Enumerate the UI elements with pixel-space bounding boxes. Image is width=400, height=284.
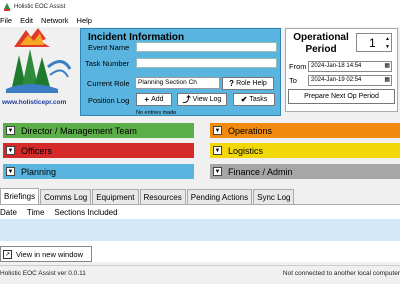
op-period-title: Operational Period — [293, 32, 349, 55]
help-icon: ? — [229, 79, 235, 88]
chevron-down-icon[interactable]: ▼ — [213, 167, 222, 176]
position-log-label: Position Log — [88, 96, 130, 105]
section-label: Director / Management Team — [21, 125, 137, 136]
section-label: Operations — [228, 125, 273, 136]
column-header[interactable]: Date — [0, 208, 17, 217]
external-window-icon: ↗ — [3, 249, 12, 259]
add-log-button[interactable]: + Add — [136, 93, 172, 106]
section-officers[interactable]: ▼ Officers — [3, 143, 194, 158]
link-icon: ⤴ — [182, 95, 191, 104]
logo: www.holisticepr.com — [0, 27, 76, 113]
section-planning[interactable]: ▼ Planning — [3, 164, 194, 179]
section-label: Planning — [21, 166, 57, 177]
title-bar: Holistic EOC Assist — [0, 0, 400, 14]
menu-edit[interactable]: Edit — [16, 16, 37, 25]
briefings-list[interactable] — [0, 219, 400, 241]
prepare-next-period-button[interactable]: Prepare Next Op Period — [288, 89, 395, 104]
connection-status: Not connected to another local computer — [282, 270, 400, 277]
menu-network[interactable]: Network — [37, 16, 73, 25]
view-log-button[interactable]: ⤴ View Log — [177, 93, 227, 106]
section-finance[interactable]: ▼ Finance / Admin — [210, 164, 400, 179]
chevron-down-icon[interactable]: ▼ — [213, 146, 222, 155]
briefings-table-header: Date Time Sections Included — [0, 208, 128, 217]
app-icon — [3, 3, 11, 11]
chevron-down-icon[interactable]: ▼ — [6, 167, 15, 176]
tasks-button[interactable]: ✔ Tasks — [233, 93, 275, 106]
menu-file[interactable]: File — [0, 16, 16, 25]
calendar-icon[interactable]: ▦ — [384, 76, 390, 85]
from-label: From — [289, 62, 307, 71]
to-datetime-value: 2024-Jan-19 02:54 — [311, 77, 362, 83]
op-period-number: 1 — [369, 35, 376, 50]
check-icon: ✔ — [240, 95, 248, 104]
event-name-input[interactable] — [136, 42, 277, 52]
view-new-window-label: View in new window — [16, 249, 83, 259]
current-role-label: Current Role — [87, 79, 130, 88]
event-name-label: Event Name — [88, 43, 130, 52]
current-role-value: Planning Section Ch — [138, 79, 197, 86]
section-operations[interactable]: ▼ Operations — [210, 123, 400, 138]
tab-comms-log[interactable]: Comms Log — [40, 189, 92, 204]
role-help-label: Role Help — [236, 80, 267, 87]
tab-briefings[interactable]: Briefings — [0, 188, 40, 204]
version-text: Holistic EOC Assist ver 0.0.11 — [0, 270, 86, 277]
view-log-label: View Log — [192, 96, 222, 103]
to-datetime-input[interactable]: 2024-Jan-19 02:54 ▦ — [308, 75, 392, 86]
from-datetime-input[interactable]: 2024-Jan-18 14:54 ▦ — [308, 61, 392, 72]
tab-equipment[interactable]: Equipment — [92, 189, 139, 204]
logo-url[interactable]: www.holisticepr.com — [2, 99, 66, 106]
add-label: Add — [151, 96, 164, 103]
section-logistics[interactable]: ▼ Logistics — [210, 143, 400, 158]
tab-resources[interactable]: Resources — [139, 189, 186, 204]
spinner-arrows-icon[interactable]: ▲ ▼ — [385, 35, 390, 51]
tab-sync-log[interactable]: Sync Log — [253, 189, 295, 204]
view-new-window-button[interactable]: ↗ View in new window — [0, 246, 92, 262]
tab-bar: Briefings Comms Log Equipment Resources … — [0, 188, 400, 205]
role-help-button[interactable]: ? Role Help — [222, 77, 274, 90]
chevron-down-icon[interactable]: ▼ — [6, 126, 15, 135]
to-label: To — [289, 76, 297, 85]
section-label: Officers — [21, 145, 52, 156]
column-header[interactable]: Time — [27, 208, 44, 217]
status-bar: Holistic EOC Assist ver 0.0.11 Not conne… — [0, 265, 400, 284]
column-header[interactable]: Sections Included — [54, 208, 117, 217]
from-datetime-value: 2024-Jan-18 14:54 — [311, 63, 362, 69]
section-label: Finance / Admin — [228, 166, 293, 177]
plus-icon: + — [144, 95, 150, 104]
logo-image — [6, 28, 72, 93]
calendar-icon[interactable]: ▦ — [384, 62, 390, 71]
op-period-spinner[interactable]: 1 ▲ ▼ — [356, 33, 392, 52]
menu-help[interactable]: Help — [73, 16, 96, 25]
task-number-label: Task Number — [85, 59, 130, 68]
window-title: Holistic EOC Assist — [14, 4, 66, 10]
tab-pending-actions[interactable]: Pending Actions — [186, 189, 253, 204]
task-number-input[interactable] — [136, 58, 277, 68]
section-director[interactable]: ▼ Director / Management Team — [3, 123, 194, 138]
menu-bar: File Edit Network Help — [0, 14, 400, 27]
chevron-down-icon[interactable]: ▼ — [213, 126, 222, 135]
tasks-label: Tasks — [249, 96, 268, 103]
chevron-down-icon[interactable]: ▼ — [6, 146, 15, 155]
no-entries-text: No entries made — [136, 110, 177, 116]
current-role-select[interactable]: Planning Section Ch — [135, 77, 220, 89]
section-label: Logistics — [228, 145, 264, 156]
